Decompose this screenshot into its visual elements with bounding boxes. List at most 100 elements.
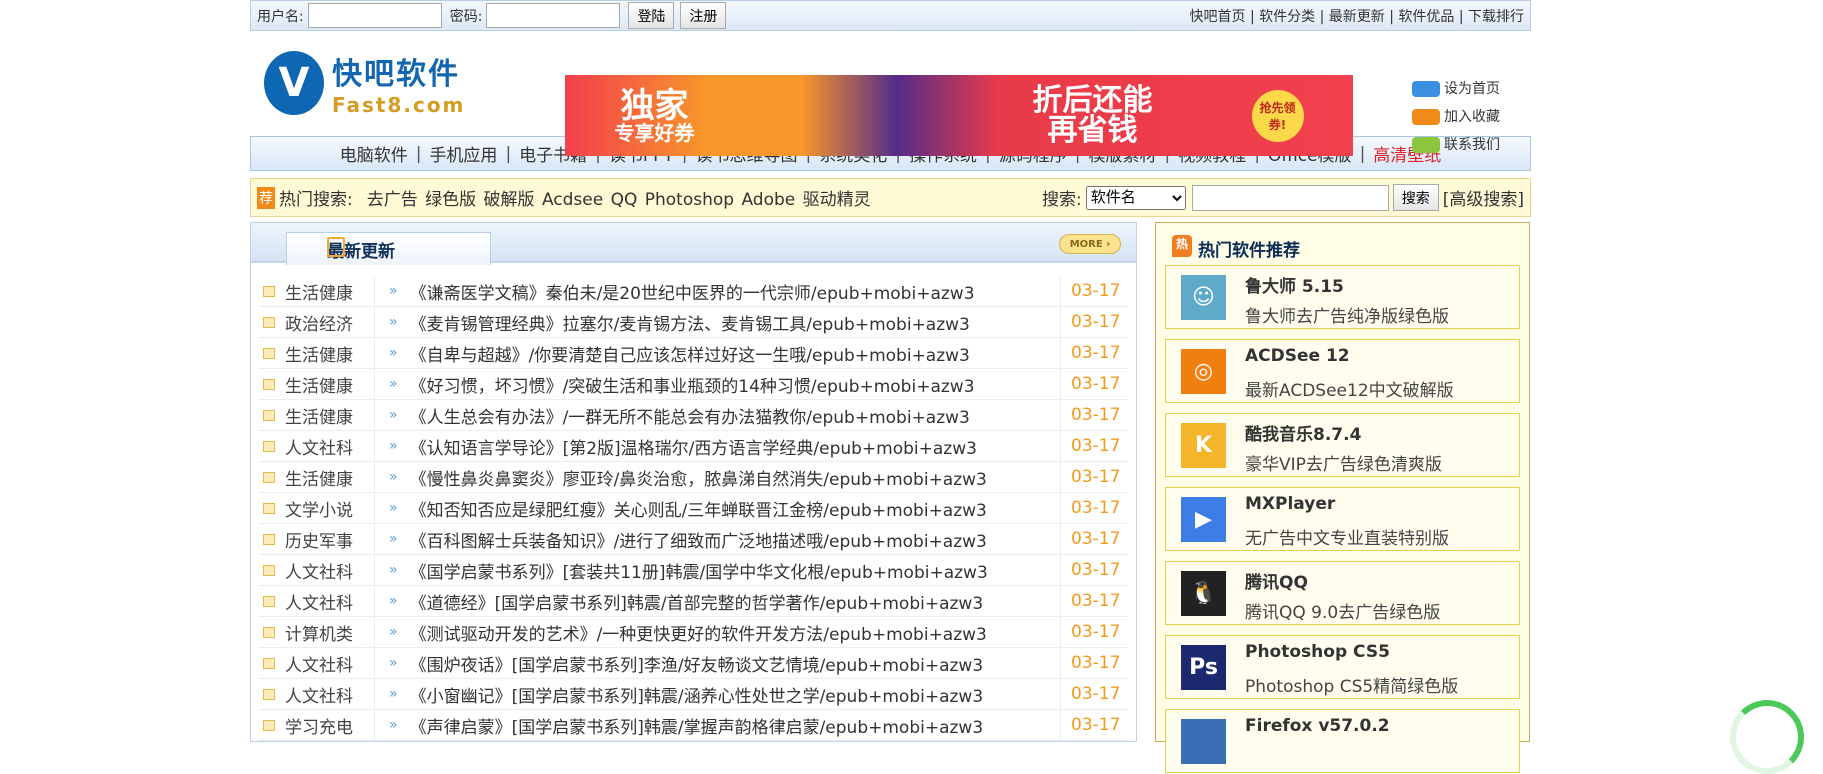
set-homepage-label: 设为首页 <box>1444 81 1500 97</box>
item-category[interactable]: 生活健康 <box>285 338 375 368</box>
site-logo[interactable]: V 快吧软件 Fast8.com <box>264 49 465 117</box>
password-label: 密码: <box>449 8 483 25</box>
item-title[interactable]: 《国学启蒙书系列》[套装共11册]韩震/国学中华文化根/epub+mobi+az… <box>410 558 1060 583</box>
set-homepage-link[interactable]: 设为首页 <box>1412 75 1500 103</box>
banner-right-bottom: 再省钱 <box>1047 112 1138 148</box>
software-name[interactable]: 腾讯QQ <box>1245 568 1308 593</box>
item-category[interactable]: 生活健康 <box>285 400 375 430</box>
item-title[interactable]: 《百科图解士兵装备知识》/进行了细致而广泛地描述哦/epub+mobi+azw3 <box>410 527 1060 552</box>
speed-ring-widget[interactable] <box>1730 700 1804 774</box>
software-name[interactable]: ACDSee 12 <box>1245 346 1350 366</box>
tab-latest[interactable]: 最新更新 <box>286 232 491 265</box>
add-favorite-link[interactable]: 加入收藏 <box>1412 103 1500 131</box>
search-label: 搜索: <box>1042 190 1082 210</box>
link-featured[interactable]: 软件优品 <box>1398 9 1454 25</box>
acdsee-icon: ◎ <box>1181 349 1226 394</box>
list-item: 历史军事 » 《百科图解士兵装备知识》/进行了细致而广泛地描述哦/epub+mobi… <box>259 524 1128 555</box>
list-item: 人文社科 » 《国学启蒙书系列》[套装共11册]韩震/国学中华文化根/epub+mo… <box>259 555 1128 586</box>
ad-banner[interactable]: 独家 专享好券 折后还能 再省钱 抢先领券! <box>565 75 1353 156</box>
software-card[interactable]: ☺ 鲁大师 5.15 鲁大师去广告纯净版绿色版 <box>1165 265 1520 329</box>
software-card[interactable]: Firefox v57.0.2 <box>1165 709 1520 773</box>
username-input[interactable] <box>307 3 442 28</box>
item-category[interactable]: 计算机类 <box>285 617 375 647</box>
item-category[interactable]: 人文社科 <box>285 586 375 616</box>
double-chevron-icon: » <box>389 686 398 702</box>
mail-icon <box>263 595 275 607</box>
item-title[interactable]: 《慢性鼻炎鼻窦炎》廖亚玲/鼻炎治愈，脓鼻涕自然消失/epub+mobi+azw3 <box>410 465 1060 490</box>
software-name[interactable]: 酷我音乐8.7.4 <box>1245 420 1361 445</box>
software-card[interactable]: ◎ ACDSee 12 最新ACDSee12中文破解版 <box>1165 339 1520 403</box>
list-item: 人文社科 » 《围炉夜话》[国学启蒙书系列]李渔/好友畅谈文艺情境/epub+mob… <box>259 648 1128 679</box>
software-card[interactable]: ▶ MXPlayer 无广告中文专业直装特别版 <box>1165 487 1520 551</box>
item-category[interactable]: 政治经济 <box>285 307 375 337</box>
software-card[interactable]: 🐧 腾讯QQ 腾讯QQ 9.0去广告绿色版 <box>1165 561 1520 625</box>
item-title[interactable]: 《围炉夜话》[国学启蒙书系列]李渔/好友畅谈文艺情境/epub+mobi+azw… <box>410 651 1060 676</box>
double-chevron-icon: » <box>389 314 398 330</box>
qq-icon: 🐧 <box>1181 571 1226 616</box>
item-category[interactable]: 人文社科 <box>285 431 375 461</box>
item-category[interactable]: 人文社科 <box>285 648 375 678</box>
more-button[interactable]: MORE › <box>1059 234 1121 254</box>
link-categories[interactable]: 软件分类 <box>1259 9 1315 25</box>
item-category[interactable]: 生活健康 <box>285 276 375 306</box>
latest-updates-panel: 最新更新 MORE › 生活健康 » 《谦斋医学文稿》秦伯未/是20世纪中医界的一代… <box>250 222 1137 742</box>
item-date: 03-17 <box>1060 586 1128 616</box>
item-title[interactable]: 《认知语言学导论》[第2版]温格瑞尔/西方语言学经典/epub+mobi+azw… <box>410 434 1060 459</box>
nav-item[interactable]: 电脑软件 <box>340 141 408 166</box>
search-input[interactable] <box>1191 184 1389 211</box>
item-category[interactable]: 学习充电 <box>285 710 375 740</box>
link-latest[interactable]: 最新更新 <box>1329 9 1385 25</box>
item-title[interactable]: 《道德经》[国学启蒙书系列]韩震/首部完整的哲学著作/epub+mobi+azw… <box>410 589 1060 614</box>
list-item: 生活健康 » 《人生总会有办法》/一群无所不能总会有办法猫教你/epub+mobi+… <box>259 400 1128 431</box>
hot-software-title: 热门软件推荐 <box>1198 241 1300 261</box>
mail-icon <box>263 409 275 421</box>
item-title[interactable]: 《人生总会有办法》/一群无所不能总会有办法猫教你/epub+mobi+azw3 <box>410 403 1060 428</box>
search-button[interactable]: 搜索 <box>1392 184 1439 211</box>
item-date: 03-17 <box>1060 400 1128 430</box>
advanced-search-link[interactable]: [高级搜索] <box>1443 185 1524 210</box>
item-title[interactable]: 《好习惯，坏习惯》/突破生活和事业瓶颈的14种习惯/epub+mobi+azw3 <box>410 372 1060 397</box>
item-category[interactable]: 文学小说 <box>285 493 375 523</box>
link-home[interactable]: 快吧首页 <box>1190 9 1246 25</box>
item-category[interactable]: 历史军事 <box>285 524 375 554</box>
item-title[interactable]: 《知否知否应是绿肥红瘦》关心则乱/三年蝉联晋江金榜/epub+mobi+azw3 <box>410 496 1060 521</box>
mail-icon <box>263 440 275 452</box>
item-title[interactable]: 《自卑与超越》/你要清楚自己应该怎样过好这一生哦/epub+mobi+azw3 <box>410 341 1060 366</box>
software-name[interactable]: Photoshop CS5 <box>1245 642 1390 662</box>
item-category[interactable]: 生活健康 <box>285 369 375 399</box>
item-category[interactable]: 人文社科 <box>285 555 375 585</box>
item-date: 03-17 <box>1060 679 1128 709</box>
item-date: 03-17 <box>1060 648 1128 678</box>
double-chevron-icon: » <box>389 531 398 547</box>
item-date: 03-17 <box>1060 524 1128 554</box>
software-name[interactable]: Firefox v57.0.2 <box>1245 716 1390 736</box>
item-title[interactable]: 《声律启蒙》[国学启蒙书系列]韩震/掌握声韵格律启蒙/epub+mobi+azw… <box>410 713 1060 738</box>
link-ranking[interactable]: 下载排行 <box>1468 9 1524 25</box>
item-date: 03-17 <box>1060 617 1128 647</box>
mail-icon <box>263 378 275 390</box>
item-title[interactable]: 《小窗幽记》[国学启蒙书系列]韩震/涵养心性处世之学/epub+mobi+azw… <box>410 682 1060 707</box>
nav-separator: | <box>1359 143 1366 164</box>
software-card[interactable]: Ps Photoshop CS5 Photoshop CS5精简绿色版 <box>1165 635 1520 699</box>
page: 用户名: 密码: 登陆 注册 快吧首页 | 软件分类 | 最新更新 | 软件优品… <box>250 0 1531 773</box>
item-category[interactable]: 生活健康 <box>285 462 375 492</box>
item-title[interactable]: 《麦肯锡管理经典》拉塞尔/麦肯锡方法、麦肯锡工具/epub+mobi+azw3 <box>410 310 1060 335</box>
software-name[interactable]: 鲁大师 5.15 <box>1245 272 1344 297</box>
list-item: 文学小说 » 《知否知否应是绿肥红瘦》关心则乱/三年蝉联晋江金榜/epub+mobi… <box>259 493 1128 524</box>
software-name[interactable]: MXPlayer <box>1245 494 1335 514</box>
item-title[interactable]: 《测试驱动开发的艺术》/一种更快更好的软件开发方法/epub+mobi+azw3 <box>410 620 1060 645</box>
item-title[interactable]: 《谦斋医学文稿》秦伯未/是20世纪中医界的一代宗师/epub+mobi+azw3 <box>410 279 1060 304</box>
item-category[interactable]: 人文社科 <box>285 679 375 709</box>
search-type-select[interactable]: 软件名 <box>1085 185 1186 210</box>
contact-link[interactable]: 联系我们 <box>1412 131 1500 159</box>
register-button[interactable]: 注册 <box>680 2 727 29</box>
software-card[interactable]: K 酷我音乐8.7.4 豪华VIP去广告绿色清爽版 <box>1165 413 1520 477</box>
banner-left-small: 专享好券 <box>614 120 695 145</box>
nav-item[interactable]: 手机应用 <box>429 141 497 166</box>
double-chevron-icon: » <box>389 562 398 578</box>
banner-badge: 抢先领券! <box>1251 89 1304 142</box>
password-input[interactable] <box>486 3 621 28</box>
login-button[interactable]: 登陆 <box>628 2 675 29</box>
hot-keywords[interactable]: 去广告 绿色版 破解版 Acdsee QQ Photoshop Adobe 驱动… <box>367 185 871 210</box>
nav-separator: | <box>415 143 422 164</box>
